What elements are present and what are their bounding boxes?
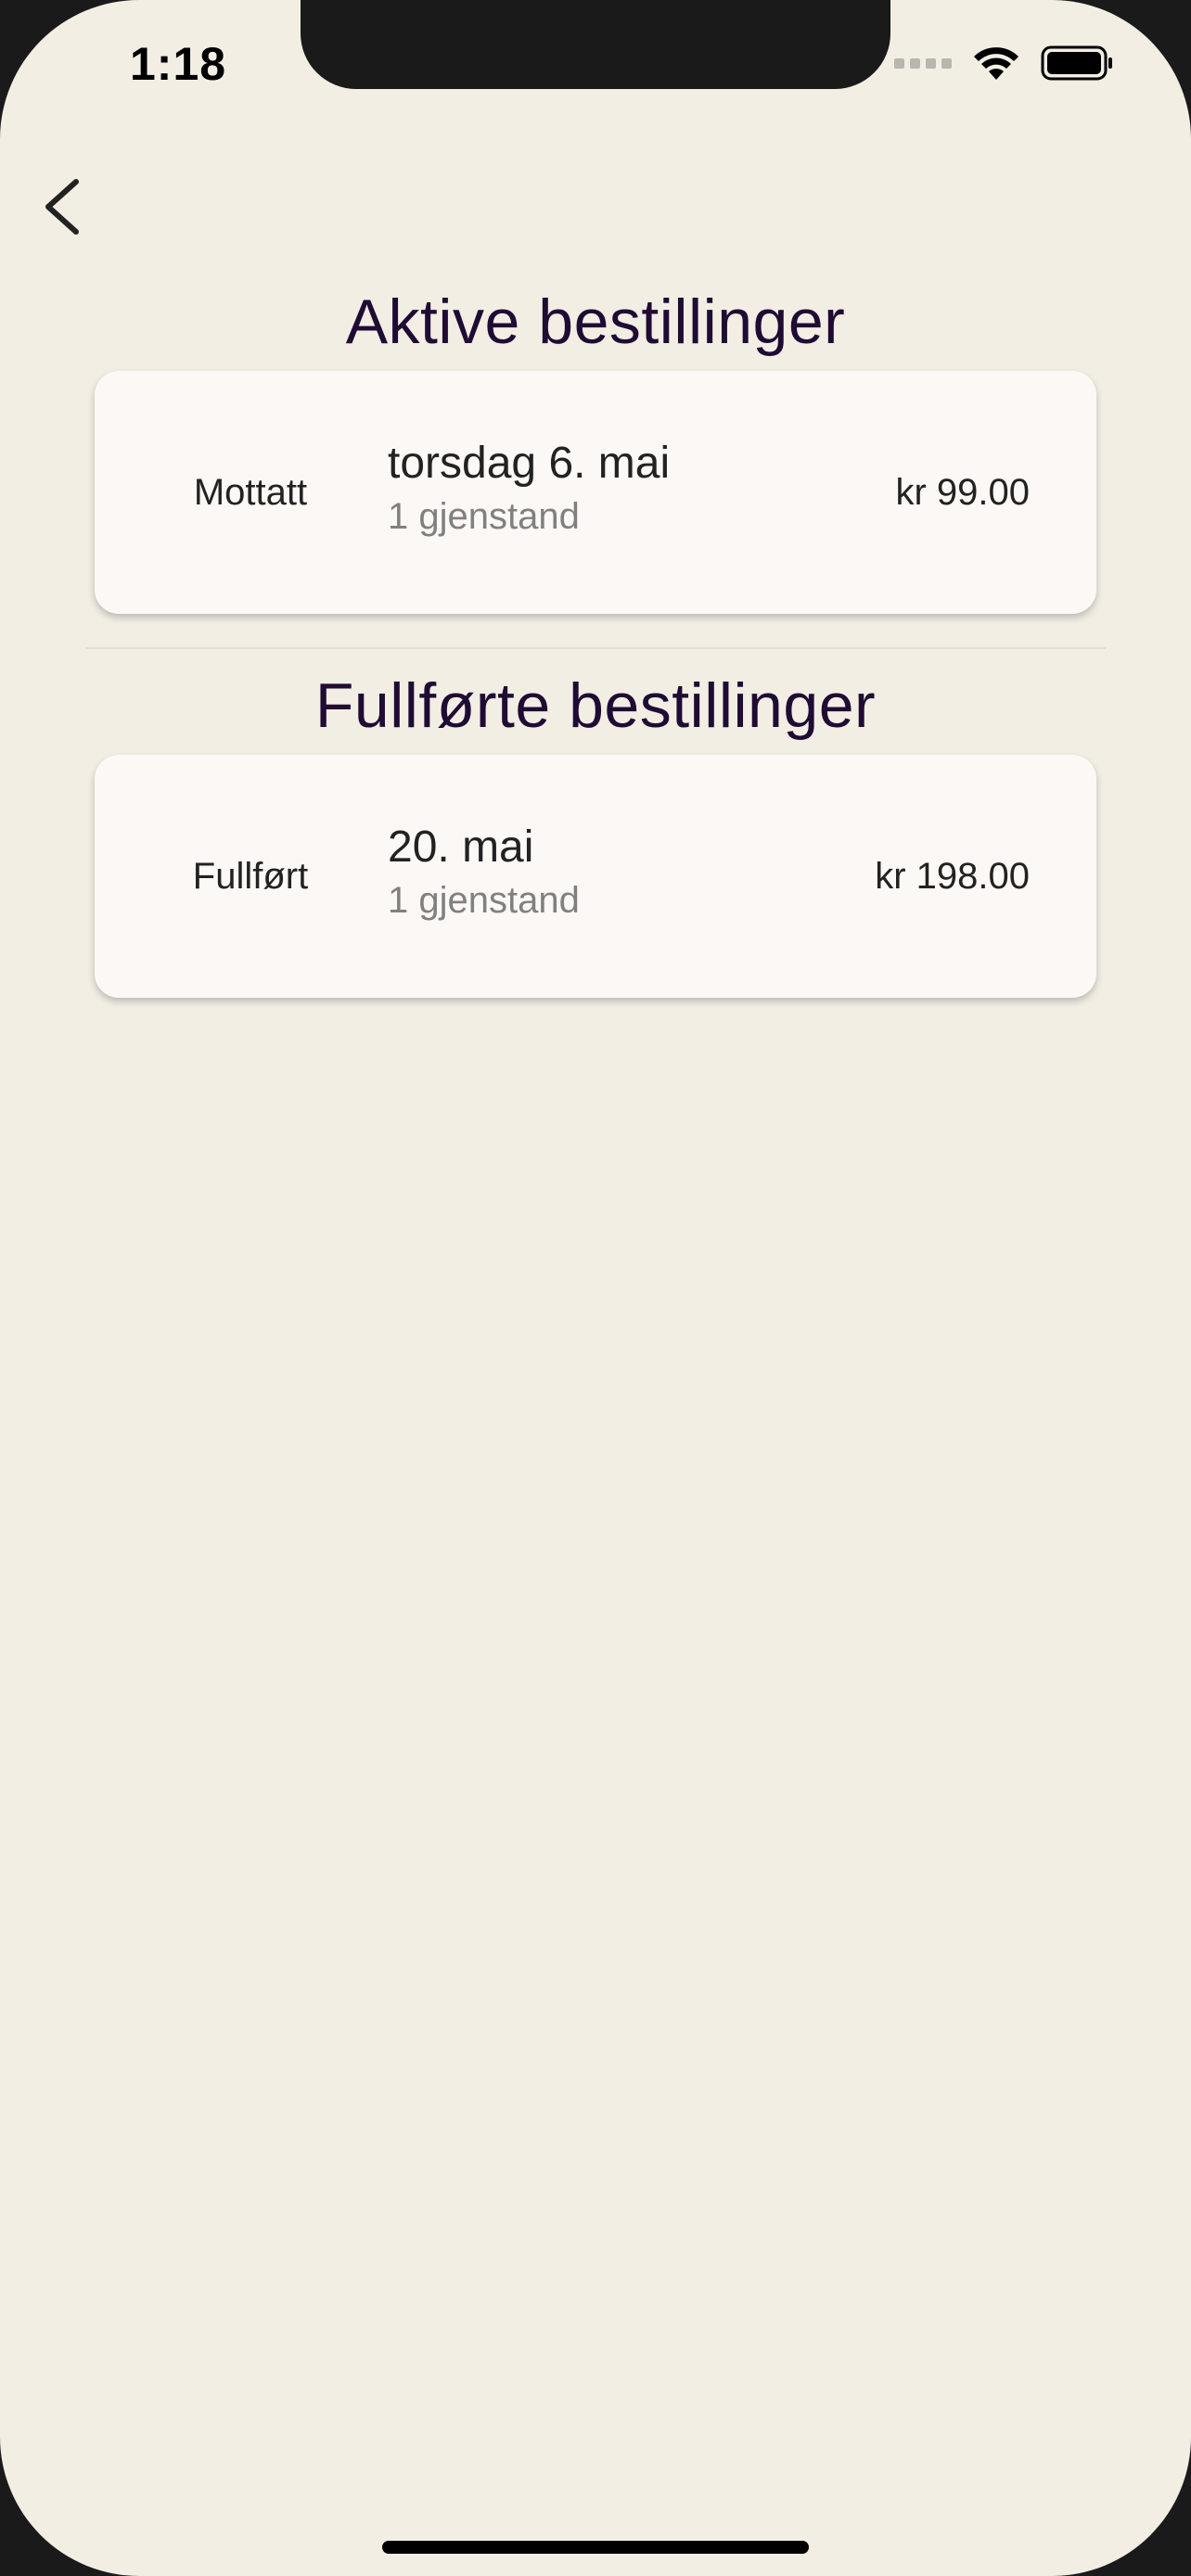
order-info: torsdag 6. mai 1 gjenstand — [388, 438, 670, 538]
cellular-signal-icon — [894, 57, 952, 69]
battery-icon — [1041, 45, 1112, 81]
active-order-card[interactable]: Mottatt torsdag 6. mai 1 gjenstand kr 99… — [95, 371, 1096, 614]
wifi-icon — [974, 47, 1018, 80]
order-price: kr 99.00 — [895, 471, 1030, 513]
order-info: 20. mai 1 gjenstand — [388, 822, 580, 922]
section-divider — [85, 647, 1106, 649]
completed-orders-title: Fullførte bestillinger — [314, 670, 877, 741]
screen: 1:18 Aktive bestillinger Mottatt torsdag… — [0, 0, 1191, 2576]
order-price: kr 198.00 — [875, 855, 1030, 897]
status-time: 1:18 — [130, 38, 227, 90]
order-date: 20. mai — [388, 823, 534, 872]
order-status: Fullført — [192, 855, 309, 897]
completed-order-card[interactable]: Fullført 20. mai 1 gjenstand kr 198.00 — [95, 755, 1096, 998]
back-button[interactable] — [37, 174, 93, 239]
home-indicator[interactable] — [382, 2541, 809, 2554]
chevron-left-icon — [45, 179, 79, 235]
order-item-count: 1 gjenstand — [388, 496, 580, 537]
status-icons — [894, 45, 1115, 82]
order-status: Mottatt — [193, 471, 308, 513]
active-orders-title: Aktive bestillinger — [345, 287, 846, 357]
notch — [301, 0, 890, 89]
order-date: torsdag 6. mai — [388, 439, 671, 488]
order-item-count: 1 gjenstand — [388, 880, 580, 921]
